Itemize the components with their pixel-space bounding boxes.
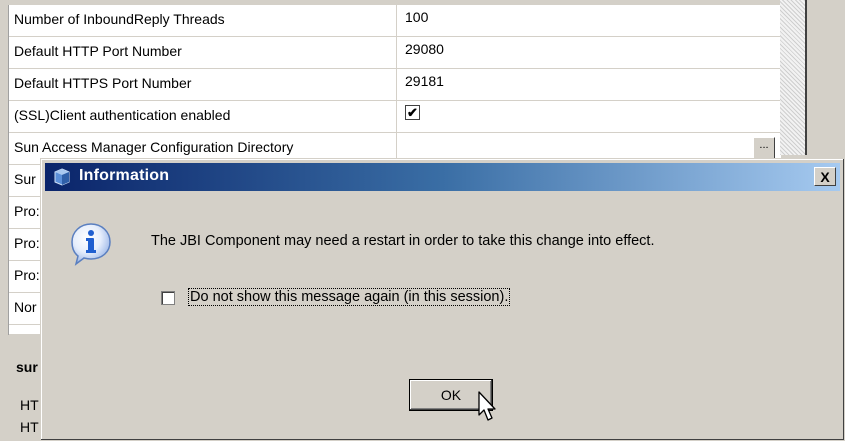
property-name: Default HTTPS Port Number [9, 69, 397, 100]
property-row[interactable]: Default HTTPS Port Number 29181 [9, 69, 781, 101]
property-row[interactable]: Default HTTP Port Number 29080 [9, 37, 781, 69]
dialog-titlebar[interactable]: Information X [45, 163, 840, 191]
property-row[interactable]: Number of InboundReply Threads 100 [9, 5, 781, 37]
property-row[interactable]: (SSL)Client authentication enabled ✔ [9, 101, 781, 133]
property-name: (SSL)Client authentication enabled [9, 101, 397, 132]
property-value[interactable]: 100 [397, 5, 781, 36]
property-value[interactable]: 29181 [397, 69, 781, 100]
info-icon [54, 168, 70, 186]
property-name: Default HTTP Port Number [9, 37, 397, 68]
description-line: HT [20, 397, 39, 413]
ssl-client-auth-checkbox[interactable]: ✔ [405, 105, 420, 120]
close-button[interactable]: X [814, 167, 836, 186]
description-title: sur [16, 359, 38, 375]
dont-show-checkbox[interactable] [161, 291, 175, 305]
dialog-message: The JBI Component may need a restart in … [151, 233, 655, 249]
property-name: Number of InboundReply Threads [9, 5, 397, 36]
information-dialog: Information X The JBI Component may need… [40, 158, 845, 441]
dont-show-label[interactable]: Do not show this message again (in this … [187, 288, 511, 306]
description-line: HT [20, 419, 39, 435]
property-value[interactable]: ✔ [397, 101, 781, 132]
mouse-pointer-icon [478, 391, 496, 421]
browse-button[interactable]: ... [753, 137, 775, 159]
property-value[interactable]: 29080 [397, 37, 781, 68]
dialog-title: Information [79, 167, 170, 184]
vertical-scrollbar[interactable] [780, 0, 807, 155]
info-balloon-icon [71, 223, 111, 266]
